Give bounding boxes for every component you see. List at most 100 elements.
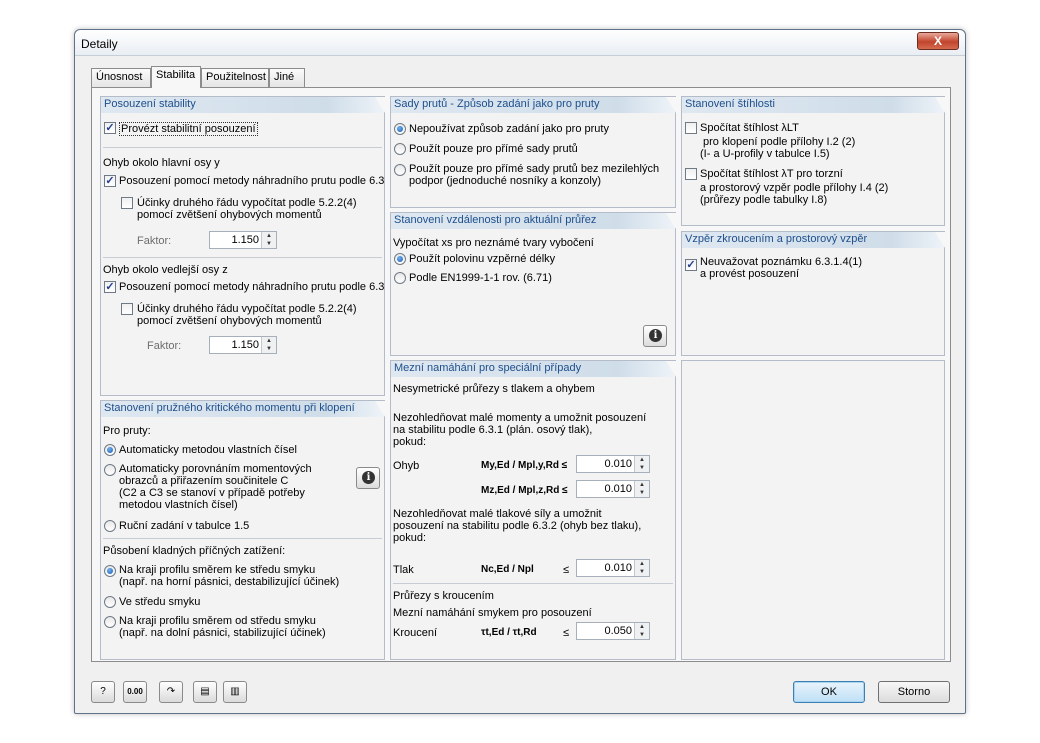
n-limit-spinner[interactable]: 0.010 ▲ ▼ bbox=[576, 559, 650, 577]
up-arrow-icon[interactable]: ▲ bbox=[262, 232, 276, 240]
group-header: Stanovení štíhlosti bbox=[682, 97, 945, 113]
up-arrow-icon[interactable]: ▲ bbox=[635, 560, 649, 568]
info-button[interactable]: i bbox=[643, 325, 667, 347]
tab-stabilita[interactable]: Stabilita bbox=[151, 66, 201, 88]
arrow-icon: ↷ bbox=[166, 686, 176, 697]
load-top-radio[interactable] bbox=[104, 565, 116, 577]
paste-icon: ▥ bbox=[230, 686, 240, 697]
down-arrow-icon[interactable]: ▼ bbox=[635, 464, 649, 472]
up-arrow-icon[interactable]: ▲ bbox=[635, 481, 649, 489]
compression-label: Tlak bbox=[393, 564, 414, 576]
lambda-t-checkbox[interactable] bbox=[685, 168, 697, 180]
minor-factor-value: 1.150 bbox=[231, 339, 259, 351]
default-settings-button[interactable]: ↷ bbox=[159, 681, 183, 703]
en1999-radio[interactable] bbox=[394, 272, 406, 284]
minor-second-order-checkbox[interactable] bbox=[121, 303, 133, 315]
tab-jine[interactable]: Jiné bbox=[269, 68, 305, 87]
group-header: Vzpěr zkroucením a prostorový vzpěr bbox=[682, 232, 945, 248]
up-arrow-icon[interactable]: ▲ bbox=[262, 337, 276, 345]
help-icon: ? bbox=[100, 686, 106, 697]
load-bottom-label-1: Na kraji profilu směrem od středu smyku bbox=[119, 615, 316, 627]
moment-diagram-label-1: Automaticky porovnáním momentových bbox=[119, 463, 312, 475]
mz-limit-spinner[interactable]: 0.010 ▲ ▼ bbox=[576, 480, 650, 498]
ignore-note-checkbox[interactable]: ✓ bbox=[685, 259, 697, 271]
n-ratio-label: Nc,Ed / Npl bbox=[481, 564, 534, 575]
close-button[interactable]: X bbox=[917, 32, 959, 50]
n-le-sign: ≤ bbox=[563, 564, 570, 576]
spinner-arrows[interactable]: ▲ ▼ bbox=[634, 456, 649, 472]
ignore-moments-text-2: na stabilitu podle 6.3.1 (plán. osový tl… bbox=[393, 424, 593, 436]
spinner-arrows[interactable]: ▲ ▼ bbox=[634, 560, 649, 576]
minor-factor-label: Faktor: bbox=[147, 340, 182, 352]
major-axis-title: Ohyb okolo hlavní osy y bbox=[103, 157, 220, 169]
eigenvalue-radio[interactable] bbox=[104, 444, 116, 456]
load-bottom-radio[interactable] bbox=[104, 616, 116, 628]
torsion-label: Kroucení bbox=[393, 627, 438, 639]
perform-check-checkbox[interactable]: ✓ bbox=[104, 122, 116, 134]
copy-icon: ▤ bbox=[200, 686, 210, 697]
critical-moment-group: Stanovení pružného kritického momentu př… bbox=[100, 400, 385, 660]
spinner-arrows[interactable]: ▲ ▼ bbox=[261, 337, 276, 353]
my-limit-spinner[interactable]: 0.010 ▲ ▼ bbox=[576, 455, 650, 473]
separator bbox=[103, 538, 382, 539]
down-arrow-icon[interactable]: ▼ bbox=[262, 345, 276, 353]
distance-group: Stanovení vzdálenosti pro aktuální průře… bbox=[390, 212, 676, 356]
t-limit-value: 0.050 bbox=[604, 625, 632, 637]
lambda-lt-label-1: Spočítat štíhlost λLT bbox=[700, 122, 799, 134]
manual-input-radio[interactable] bbox=[104, 520, 116, 532]
minor-method-checkbox[interactable]: ✓ bbox=[104, 281, 116, 293]
major-factor-label: Faktor: bbox=[137, 235, 172, 247]
lambda-lt-checkbox[interactable] bbox=[685, 122, 697, 134]
load-center-radio[interactable] bbox=[104, 596, 116, 608]
tab-pouzitelnost[interactable]: Použitelnost bbox=[201, 68, 269, 87]
straight-no-supports-radio[interactable] bbox=[394, 164, 406, 176]
info-button[interactable]: i bbox=[356, 467, 380, 489]
my-ratio-label: My,Ed / Mpl,y,Rd ≤ bbox=[481, 460, 568, 471]
lambda-lt-label-3: (I- a U-profily v tabulce I.5) bbox=[700, 148, 830, 160]
decimal-places-button[interactable]: 0.00 bbox=[123, 681, 147, 703]
up-arrow-icon[interactable]: ▲ bbox=[635, 623, 649, 631]
ok-button[interactable]: OK bbox=[793, 681, 865, 703]
group-header: Stanovení vzdálenosti pro aktuální průře… bbox=[391, 213, 676, 229]
tab-unosnost[interactable]: Únosnost bbox=[91, 68, 151, 87]
group-header: Posouzení stability bbox=[101, 97, 385, 113]
spinner-arrows[interactable]: ▲ ▼ bbox=[634, 623, 649, 639]
mz-limit-value: 0.010 bbox=[604, 483, 632, 495]
down-arrow-icon[interactable]: ▼ bbox=[635, 489, 649, 497]
spinner-arrows[interactable]: ▲ ▼ bbox=[261, 232, 276, 248]
down-arrow-icon[interactable]: ▼ bbox=[635, 568, 649, 576]
t-limit-spinner[interactable]: 0.050 ▲ ▼ bbox=[576, 622, 650, 640]
separator bbox=[103, 257, 382, 258]
moment-diagram-radio[interactable] bbox=[104, 464, 116, 476]
moment-diagram-label-4: metodou vlastních čísel) bbox=[119, 499, 238, 511]
load-settings-button[interactable]: ▤ bbox=[193, 681, 217, 703]
major-factor-spinner[interactable]: 1.150 ▲ ▼ bbox=[209, 231, 277, 249]
down-arrow-icon[interactable]: ▼ bbox=[635, 631, 649, 639]
help-button[interactable]: ? bbox=[91, 681, 115, 703]
lambda-lt-label-2: pro klopení podle přílohy I.2 (2) bbox=[703, 136, 856, 148]
member-sets-group: Sady prutů - Způsob zadání jako pro prut… bbox=[390, 96, 676, 208]
load-bottom-label-2: (např. na dolní pásnici, stabilizující ú… bbox=[119, 627, 326, 639]
cancel-button[interactable]: Storno bbox=[878, 681, 950, 703]
moment-diagram-label-2: obrazců a přiřazením součinitele C bbox=[119, 475, 289, 487]
for-members-label: Pro pruty: bbox=[103, 425, 151, 437]
manual-input-label: Ruční zadání v tabulce 1.5 bbox=[119, 520, 250, 532]
major-second-order-checkbox[interactable] bbox=[121, 197, 133, 209]
torsion-title: Průřezy s kroucením bbox=[393, 590, 494, 602]
major-method-checkbox[interactable]: ✓ bbox=[104, 175, 116, 187]
torsion-subtitle: Mezní namáhání smykem pro posouzení bbox=[393, 607, 592, 619]
load-top-label-1: Na kraji profilu směrem ke středu smyku bbox=[119, 564, 316, 576]
no-member-method-radio[interactable] bbox=[394, 123, 406, 135]
save-settings-button[interactable]: ▥ bbox=[223, 681, 247, 703]
half-length-radio[interactable] bbox=[394, 253, 406, 265]
straight-sets-radio[interactable] bbox=[394, 143, 406, 155]
ignore-comp-text-3: pokud: bbox=[393, 532, 427, 544]
straight-no-supports-label-1: Použít pouze pro přímé sady prutů bez me… bbox=[409, 163, 660, 175]
no-member-method-label: Nepoužívat způsob zadání jako pro pruty bbox=[409, 123, 609, 135]
t-ratio-label: τt,Ed / τt,Rd bbox=[481, 627, 537, 638]
spinner-arrows[interactable]: ▲ ▼ bbox=[634, 481, 649, 497]
up-arrow-icon[interactable]: ▲ bbox=[635, 456, 649, 464]
minor-factor-spinner[interactable]: 1.150 ▲ ▼ bbox=[209, 336, 277, 354]
down-arrow-icon[interactable]: ▼ bbox=[262, 240, 276, 248]
stability-tab-panel: Posouzení stability ✓ Provézt stabilitní… bbox=[91, 87, 951, 662]
